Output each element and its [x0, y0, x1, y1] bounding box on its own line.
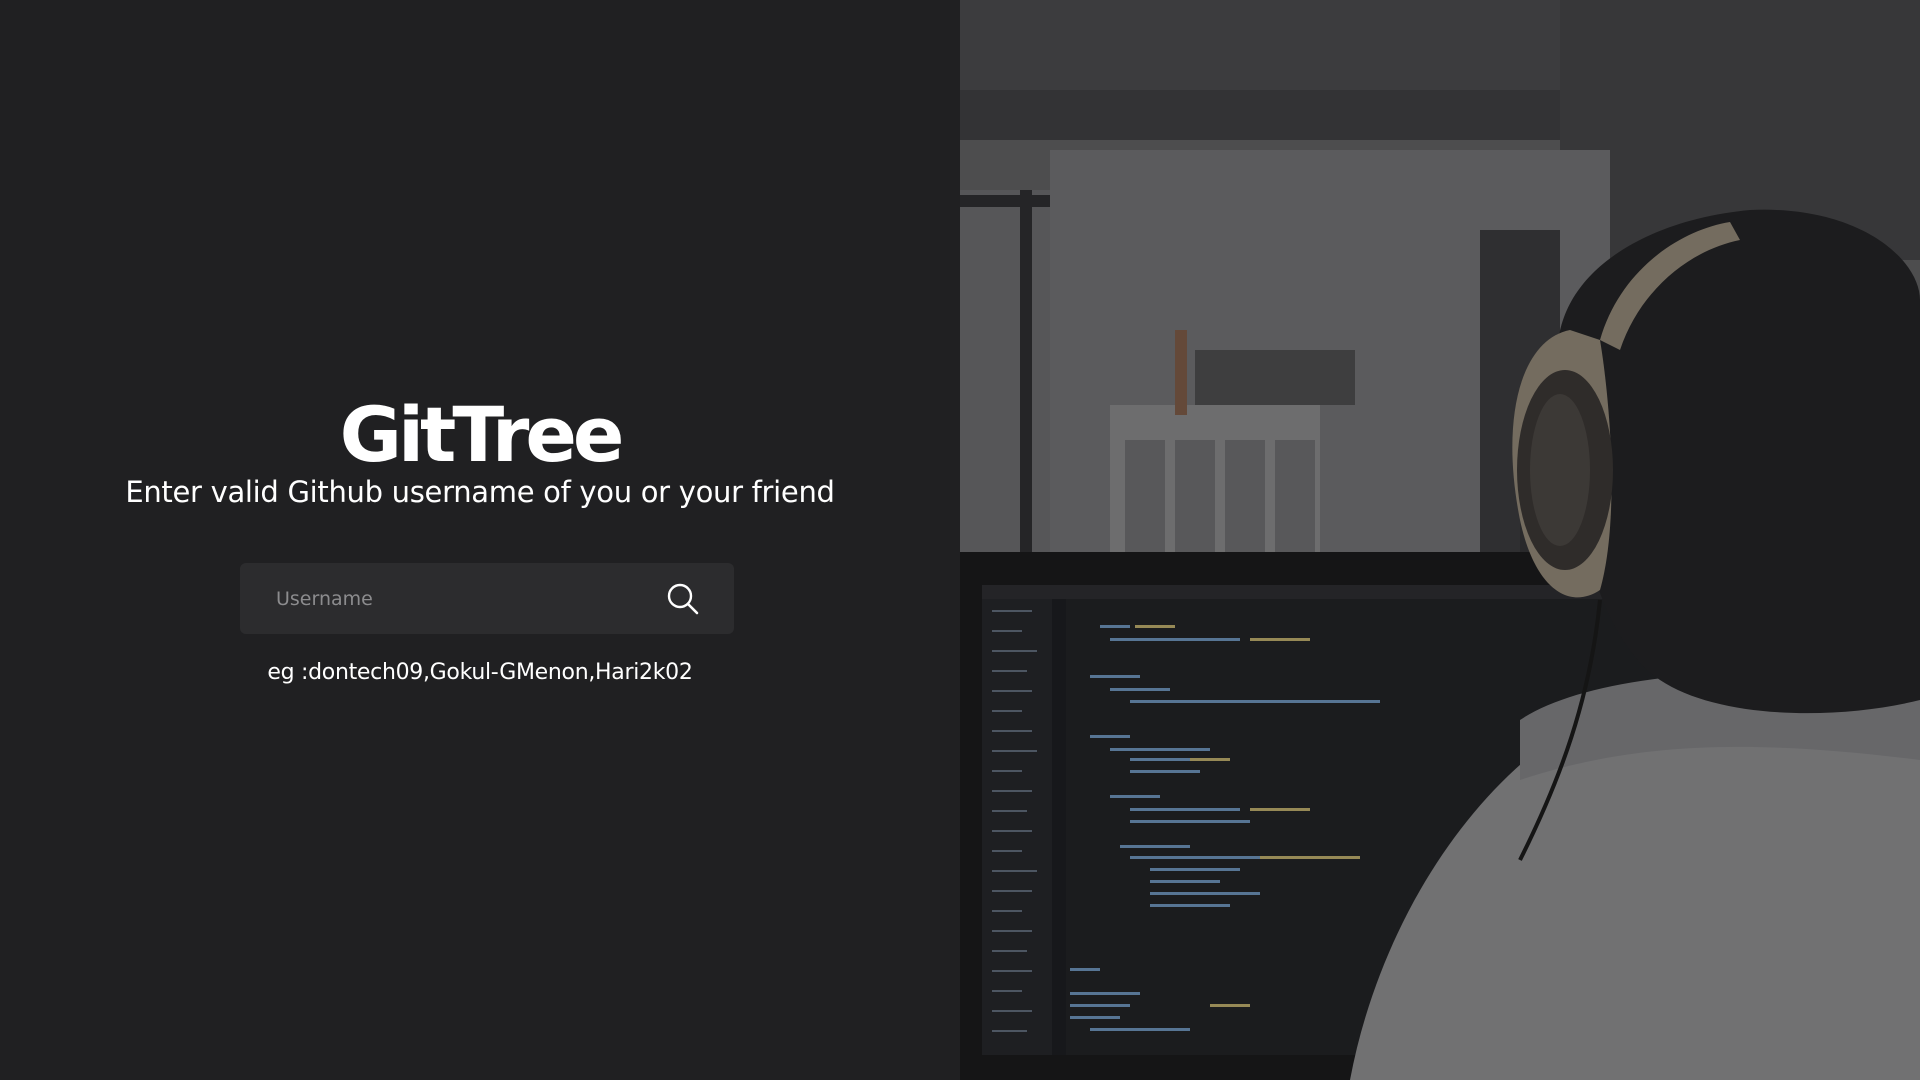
- search-box: [240, 563, 734, 634]
- search-icon: [667, 583, 699, 614]
- hero-image: [960, 0, 1920, 1080]
- search-button[interactable]: [654, 570, 712, 628]
- left-panel: GitTree Enter valid Github username of y…: [0, 0, 960, 1080]
- username-input[interactable]: [240, 563, 654, 634]
- brand-block: GitTree Enter valid Github username of y…: [0, 390, 960, 510]
- example-usernames: eg :dontech09,Gokul-GMenon,Hari2k02: [267, 660, 693, 685]
- app-logo: GitTree: [339, 390, 625, 479]
- page-subtitle: Enter valid Github username of you or yo…: [125, 475, 835, 509]
- developer-at-computer-photo: [960, 0, 1920, 1080]
- landing-page: GitTree Enter valid Github username of y…: [0, 0, 1920, 1080]
